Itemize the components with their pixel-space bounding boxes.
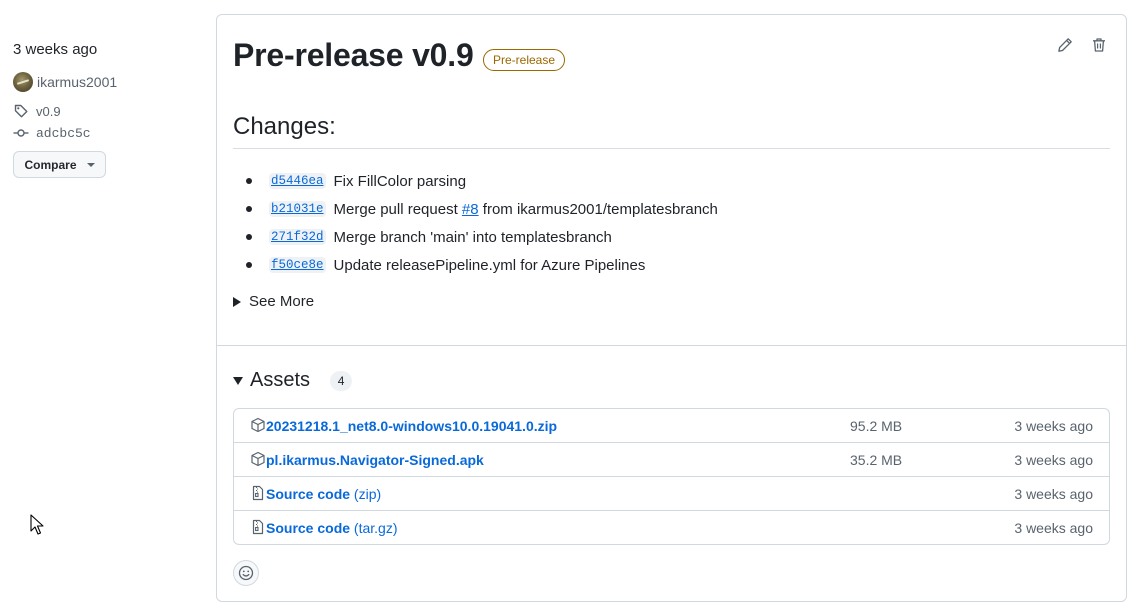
- asset-suffix[interactable]: (zip): [350, 486, 381, 502]
- asset-row: Source code (zip) 3 weeks ago: [234, 476, 1109, 510]
- asset-size: 35.2 MB: [850, 451, 903, 468]
- commit-sha-link[interactable]: d5446ea: [269, 173, 326, 189]
- asset-name[interactable]: 20231218.1_net8.0-windows10.0.19041.0.zi…: [266, 418, 557, 434]
- asset-suffix[interactable]: (tar.gz): [350, 520, 398, 536]
- bullet: [246, 206, 252, 212]
- asset-name[interactable]: Source code: [266, 486, 350, 502]
- commit-message: Fix FillColor parsing: [333, 172, 467, 190]
- smiley-icon: [238, 565, 254, 581]
- asset-time: 3 weeks ago: [1014, 451, 1093, 468]
- asset-name[interactable]: pl.ikarmus.Navigator-Signed.apk: [266, 452, 484, 468]
- release-time: 3 weeks ago: [13, 41, 98, 58]
- release-tag[interactable]: v0.9: [13, 103, 61, 119]
- asset-row: pl.ikarmus.Navigator-Signed.apk 35.2 MB …: [234, 442, 1109, 476]
- commit-sha-link[interactable]: b21031e: [269, 201, 326, 217]
- assets-list: 20231218.1_net8.0-windows10.0.19041.0.zi…: [233, 408, 1110, 545]
- asset-download-link[interactable]: 20231218.1_net8.0-windows10.0.19041.0.zi…: [266, 418, 557, 434]
- author-name-link[interactable]: ikarmus2001: [37, 74, 117, 90]
- see-more-label[interactable]: See More: [249, 293, 314, 310]
- assets-title: Assets: [250, 369, 311, 391]
- package-icon: [251, 417, 265, 433]
- source-code-zip-link[interactable]: Source code (zip): [266, 486, 381, 502]
- triangle-down-icon: [233, 376, 243, 385]
- commit-sha-link[interactable]: f50ce8e: [269, 257, 326, 273]
- triangle-right-icon: [233, 296, 241, 307]
- commit-message: Merge pull request: [333, 200, 462, 218]
- pencil-icon[interactable]: [1057, 37, 1073, 53]
- bullet: [246, 262, 252, 268]
- compare-button[interactable]: Compare: [13, 151, 106, 178]
- commit-message-tail: from ikarmus2001/templatesbranch: [478, 200, 718, 218]
- commit-icon: [13, 129, 29, 137]
- mouse-cursor-icon: [30, 514, 44, 535]
- list-item: 271f32d Merge branch 'main' into templat…: [233, 223, 718, 251]
- bullet: [246, 234, 252, 240]
- asset-row: Source code (tar.gz) 3 weeks ago: [234, 510, 1109, 544]
- changes-heading: Changes:: [233, 113, 336, 140]
- release-card: Pre-release v0.9 Pre-release Changes: d5…: [216, 14, 1127, 602]
- commit-sha-link[interactable]: 271f32d: [269, 229, 326, 245]
- commit-message: Update releasePipeline.yml for Azure Pip…: [333, 256, 646, 274]
- commit-list: d5446ea Fix FillColor parsing b21031e Me…: [233, 167, 718, 279]
- tag-icon: [14, 104, 28, 118]
- commit-sha-label[interactable]: adcbc5c: [36, 126, 91, 141]
- source-code-targz-link[interactable]: Source code (tar.gz): [266, 520, 398, 536]
- assets-toggle[interactable]: Assets 4: [233, 369, 353, 392]
- tag-label[interactable]: v0.9: [36, 104, 61, 119]
- section-divider: [217, 345, 1126, 346]
- asset-time: 3 weeks ago: [1014, 485, 1093, 502]
- commit-message: Merge branch 'main' into templatesbranch: [333, 228, 612, 246]
- changes-divider: [233, 148, 1110, 149]
- asset-size: 95.2 MB: [850, 417, 903, 434]
- asset-name[interactable]: Source code: [266, 520, 350, 536]
- asset-time: 3 weeks ago: [1014, 519, 1093, 536]
- pull-request-link[interactable]: #8: [462, 201, 479, 218]
- avatar[interactable]: [13, 72, 33, 92]
- file-zip-icon: [252, 485, 264, 501]
- list-item: f50ce8e Update releasePipeline.yml for A…: [233, 251, 718, 279]
- add-reaction-button[interactable]: [233, 560, 259, 586]
- asset-time: 3 weeks ago: [1014, 417, 1093, 434]
- list-item: b21031e Merge pull request #8 from ikarm…: [233, 195, 718, 223]
- bullet: [246, 178, 252, 184]
- release-author[interactable]: ikarmus2001: [13, 72, 117, 92]
- release-title[interactable]: Pre-release v0.9: [233, 37, 474, 74]
- trash-icon[interactable]: [1091, 37, 1107, 53]
- compare-label: Compare: [24, 157, 77, 172]
- release-commit[interactable]: adcbc5c: [13, 125, 91, 141]
- asset-row: 20231218.1_net8.0-windows10.0.19041.0.zi…: [234, 409, 1109, 442]
- package-icon: [251, 451, 265, 467]
- prerelease-badge: Pre-release: [483, 49, 566, 71]
- file-zip-icon: [252, 519, 264, 535]
- list-item: d5446ea Fix FillColor parsing: [233, 167, 718, 195]
- caret-down-icon: [86, 162, 95, 167]
- asset-download-link[interactable]: pl.ikarmus.Navigator-Signed.apk: [266, 452, 484, 468]
- see-more-toggle[interactable]: See More: [233, 293, 314, 310]
- assets-count-badge: 4: [330, 370, 353, 391]
